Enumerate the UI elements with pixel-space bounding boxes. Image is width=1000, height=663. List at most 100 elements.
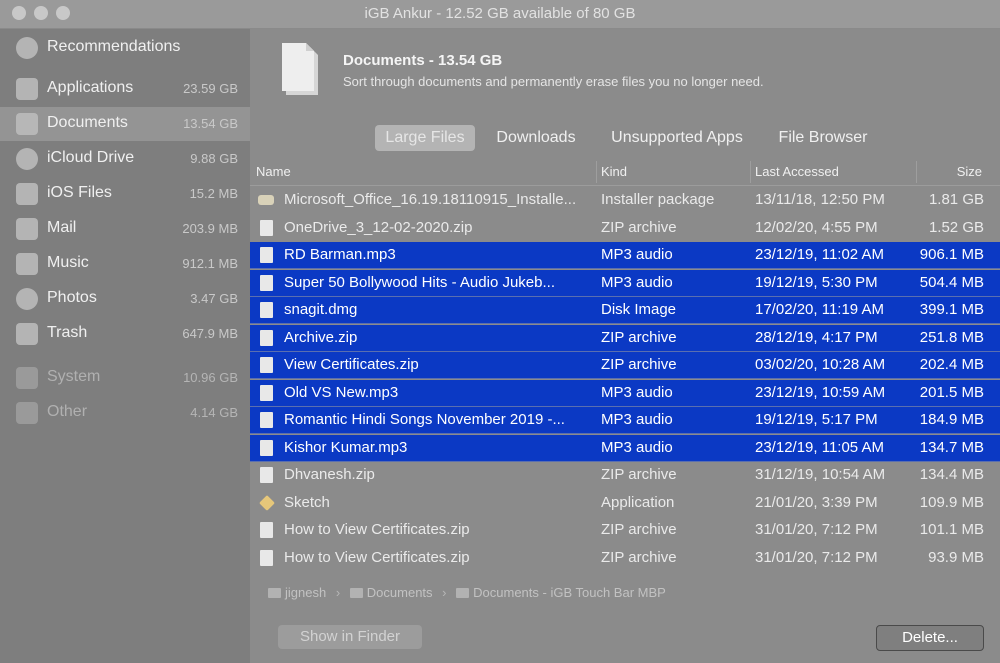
path-separator: › [335, 585, 341, 600]
documents-large-icon [282, 43, 318, 95]
file-last-accessed: 31/01/20, 7:12 PM [755, 521, 878, 538]
column-header-size[interactable]: Size [957, 164, 982, 179]
file-size: 399.1 MB [919, 301, 984, 318]
file-size: 504.4 MB [919, 273, 984, 291]
table-row[interactable]: Super 50 Bollywood Hits - Audio Jukeb...… [250, 269, 1000, 297]
table-row[interactable]: Microsoft_Office_16.19.18110915_Installe… [250, 187, 1000, 213]
file-icon [260, 412, 273, 428]
sidebar-item-label: Applications [47, 79, 134, 96]
file-kind: Application [601, 493, 675, 511]
column-header-last-accessed[interactable]: Last Accessed [755, 164, 839, 179]
file-size: 101.1 MB [919, 521, 984, 538]
table-row[interactable]: Old VS New.mp3 MP3 audio 23/12/19, 10:59… [250, 379, 1000, 407]
table-row[interactable]: snagit.dmg Disk Image 17/02/20, 11:19 AM… [250, 297, 1000, 324]
file-size: 906.1 MB [919, 246, 984, 263]
file-name: RD Barman.mp3 [284, 246, 396, 263]
file-icon [260, 357, 273, 373]
file-size: 202.4 MB [919, 356, 984, 373]
sidebar-item-music[interactable]: Music 912.1 MB [0, 247, 250, 281]
file-kind: ZIP archive [601, 356, 677, 373]
table-row[interactable]: Dhvanesh.zip ZIP archive 31/12/19, 10:54… [250, 462, 1000, 488]
file-icon [260, 384, 273, 401]
file-name: snagit.dmg [284, 301, 358, 318]
path-segment-home[interactable]: jignesh [285, 585, 326, 600]
window-title: iGB Ankur - 12.52 GB available of 80 GB [364, 5, 636, 22]
sidebar-item-size: 9.88 GB [190, 151, 238, 166]
path-segment-documents[interactable]: Documents [367, 585, 433, 600]
sidebar-item-size: 15.2 MB [189, 186, 238, 201]
table-row[interactable]: How to View Certificates.zip ZIP archive… [250, 545, 1000, 571]
folder-icon [456, 588, 470, 598]
tab-file-browser[interactable]: File Browser [770, 125, 876, 151]
table-row[interactable]: OneDrive_3_12-02-2020.zip ZIP archive 12… [250, 215, 1000, 241]
file-size: 109.9 MB [919, 493, 984, 511]
tab-downloads[interactable]: Downloads [488, 125, 584, 151]
file-size: 134.4 MB [919, 466, 984, 483]
table-row[interactable]: Romantic Hindi Songs November 2019 -... … [250, 407, 1000, 434]
table-row[interactable]: View Certificates.zip ZIP archive 03/02/… [250, 352, 1000, 379]
file-name: Sketch [284, 493, 330, 511]
table-header: Name Kind Last Accessed Size [250, 159, 1000, 186]
file-last-accessed: 31/01/20, 7:12 PM [755, 548, 878, 566]
sidebar-item-photos[interactable]: Photos 3.47 GB [0, 282, 250, 316]
file-name: How to View Certificates.zip [284, 548, 470, 566]
file-kind: ZIP archive [601, 521, 677, 538]
file-icon [260, 219, 273, 236]
sidebar-item-ios-files[interactable]: iOS Files 15.2 MB [0, 177, 250, 211]
file-kind: ZIP archive [601, 218, 677, 236]
file-kind: ZIP archive [601, 466, 677, 483]
sidebar-item-documents[interactable]: Documents 13.54 GB [0, 107, 250, 141]
other-icon [16, 402, 38, 424]
column-divider [596, 161, 597, 183]
path-segment-documents-igb[interactable]: Documents - iGB Touch Bar MBP [473, 585, 666, 600]
sidebar-item-trash[interactable]: Trash 647.9 MB [0, 317, 250, 351]
home-icon [268, 588, 281, 598]
file-icon [260, 302, 273, 318]
file-kind: ZIP archive [601, 328, 677, 346]
file-kind: MP3 audio [601, 411, 673, 428]
delete-button[interactable]: Delete... [876, 625, 984, 651]
sidebar-item-recommendations[interactable]: Recommendations [0, 31, 250, 65]
show-in-finder-button[interactable]: Show in Finder [278, 625, 422, 649]
table-row[interactable]: RD Barman.mp3 MP3 audio 23/12/19, 11:02 … [250, 242, 1000, 269]
table-row[interactable]: How to View Certificates.zip ZIP archive… [250, 517, 1000, 543]
file-kind: MP3 audio [601, 383, 673, 401]
sidebar-item-label: iCloud Drive [47, 149, 135, 166]
file-kind: Disk Image [601, 301, 677, 318]
file-name: Kishor Kumar.mp3 [284, 438, 408, 456]
file-last-accessed: 19/12/19, 5:17 PM [755, 411, 878, 428]
sidebar-item-label: Other [47, 403, 88, 420]
mail-icon [16, 218, 38, 240]
file-last-accessed: 28/12/19, 4:17 PM [755, 328, 878, 346]
category-description: Sort through documents and permanently e… [343, 74, 764, 89]
file-last-accessed: 23/12/19, 11:05 AM [755, 438, 884, 456]
column-header-name[interactable]: Name [256, 164, 291, 179]
trash-icon [16, 323, 38, 345]
sidebar-item-size: 912.1 MB [182, 256, 238, 271]
file-size: 93.9 MB [928, 548, 984, 566]
sidebar-item-applications[interactable]: Applications 23.59 GB [0, 72, 250, 106]
sidebar-item-label: Mail [47, 219, 77, 236]
tab-large-files[interactable]: Large Files [375, 125, 475, 151]
table-row[interactable]: Sketch Application 21/01/20, 3:39 PM 109… [250, 490, 1000, 516]
sidebar-item-mail[interactable]: Mail 203.9 MB [0, 212, 250, 246]
column-header-kind[interactable]: Kind [601, 164, 627, 179]
tab-bar: Large Files Downloads Unsupported Apps F… [250, 123, 1000, 153]
file-icon [260, 247, 273, 263]
sidebar-item-size: 203.9 MB [182, 221, 238, 236]
file-last-accessed: 13/11/18, 12:50 PM [755, 191, 885, 208]
sidebar-item-size: 4.14 GB [190, 405, 238, 420]
sidebar-item-size: 3.47 GB [190, 291, 238, 306]
sidebar-item-icloud-drive[interactable]: iCloud Drive 9.88 GB [0, 142, 250, 176]
system-icon [16, 367, 38, 389]
sidebar-item-label: Trash [47, 324, 88, 341]
file-last-accessed: 23/12/19, 10:59 AM [755, 383, 886, 401]
category-title: Documents - 13.54 GB [343, 52, 503, 69]
tab-unsupported-apps[interactable]: Unsupported Apps [600, 125, 754, 151]
file-last-accessed: 03/02/20, 10:28 AM [755, 356, 886, 373]
table-row[interactable]: Archive.zip ZIP archive 28/12/19, 4:17 P… [250, 324, 1000, 352]
file-icon [260, 467, 273, 483]
file-size: 184.9 MB [919, 411, 984, 428]
column-divider [750, 161, 751, 183]
table-row[interactable]: Kishor Kumar.mp3 MP3 audio 23/12/19, 11:… [250, 434, 1000, 462]
